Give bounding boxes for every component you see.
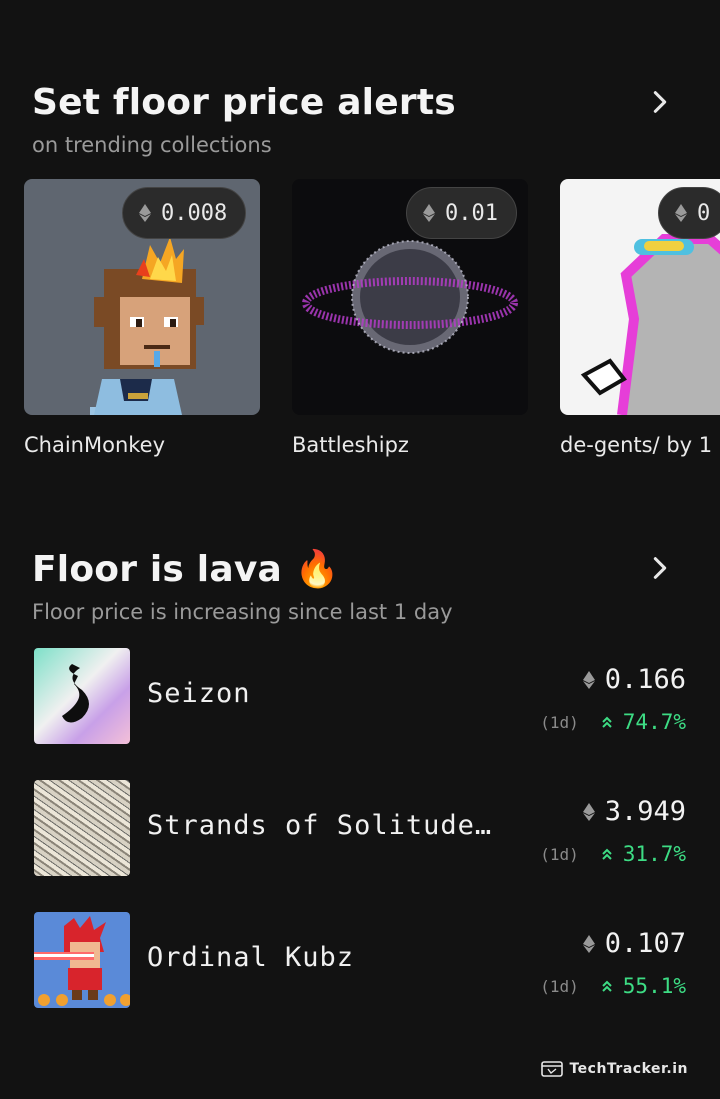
collection-name: Strands of Solitude… [147,810,493,841]
change-percent: 31.7% [622,842,686,866]
lava-title-text: Floor is lava [32,549,282,590]
lava-title: Floor is lava 🔥 [32,548,688,590]
collection-image: 0 [560,179,720,415]
collection-name: Seizon [147,678,251,709]
floor-price-pill: 0.008 [122,187,247,239]
browser-window-icon [541,1061,564,1077]
floor-price-pill: 0.01 [406,187,517,239]
change-period: (1d) [540,844,579,864]
ethereum-icon [675,204,687,222]
collection-thumbnail [34,912,130,1008]
seizon-art [62,664,89,723]
alerts-title: Set floor price alerts [32,82,456,123]
watermark: TechTracker.in [541,1061,688,1077]
alerts-subtitle: on trending collections [32,133,272,157]
collection-name: ChainMonkey [24,433,166,457]
floor-price-pill: 0 [658,187,720,239]
double-chevron-up-icon [602,980,612,992]
collection-image: 0.008 [24,179,260,415]
double-chevron-up-icon [602,848,612,860]
ethereum-icon [582,934,595,953]
alerts-section-header: Set floor price alerts on trending colle… [32,82,688,157]
collection-name: Ordinal Kubz [147,942,355,973]
collection-name: de-gents/ by 1 [560,433,713,457]
floor-price: 0.01 [445,200,498,226]
price-value: 3.949 [604,796,686,827]
floor-price: 0.166 [582,664,686,695]
collection-card-battleshipz[interactable]: 0.01 Battleshipz [292,179,528,457]
change-period: (1d) [540,712,579,732]
price-change: (1d) 74.7% [540,710,686,734]
ethereum-icon [423,204,435,222]
double-chevron-up-icon [602,716,612,728]
chevron-right-icon[interactable] [646,88,674,116]
collection-image: 0.01 [292,179,528,415]
chevron-right-icon[interactable] [646,554,674,582]
change-period: (1d) [540,976,579,996]
lava-section-header: Floor is lava 🔥 Floor price is increasin… [32,548,688,624]
price-change: (1d) 31.7% [540,842,686,866]
list-item-seizon[interactable]: Seizon 0.166 (1d) 74.7% [34,648,686,744]
change-percent: 74.7% [622,710,686,734]
collection-thumbnail [34,648,130,744]
list-item-strands-of-solitude[interactable]: Strands of Solitude… 3.949 (1d) 31.7% [34,780,686,876]
ordinal-kubz-art [34,916,130,1006]
price-value: 0.166 [604,664,686,695]
floor-price: 0.107 [582,928,686,959]
floor-price: 0.008 [161,200,228,226]
collection-name: Battleshipz [292,433,409,457]
ethereum-icon [582,802,595,821]
ethereum-icon [139,204,151,222]
ethereum-icon [582,670,595,689]
collection-thumbnail [34,780,130,876]
alert-collections-carousel[interactable]: 0.008 ChainMonkey 0.01 Battleshipz 0 de-… [24,179,720,479]
lava-subtitle: Floor price is increasing since last 1 d… [32,600,453,624]
floor-price: 3.949 [582,796,686,827]
price-value: 0.107 [604,928,686,959]
floor-price: 0 [697,200,711,226]
fire-icon: 🔥 [294,549,340,590]
change-percent: 55.1% [622,974,686,998]
list-item-ordinal-kubz[interactable]: Ordinal Kubz 0.107 (1d) 55.1% [34,912,686,1008]
collection-card-chainmonkey[interactable]: 0.008 ChainMonkey [24,179,260,457]
price-change: (1d) 55.1% [540,974,686,998]
collection-card-degents[interactable]: 0 de-gents/ by 1 [560,179,720,457]
watermark-text: TechTracker.in [569,1061,688,1077]
